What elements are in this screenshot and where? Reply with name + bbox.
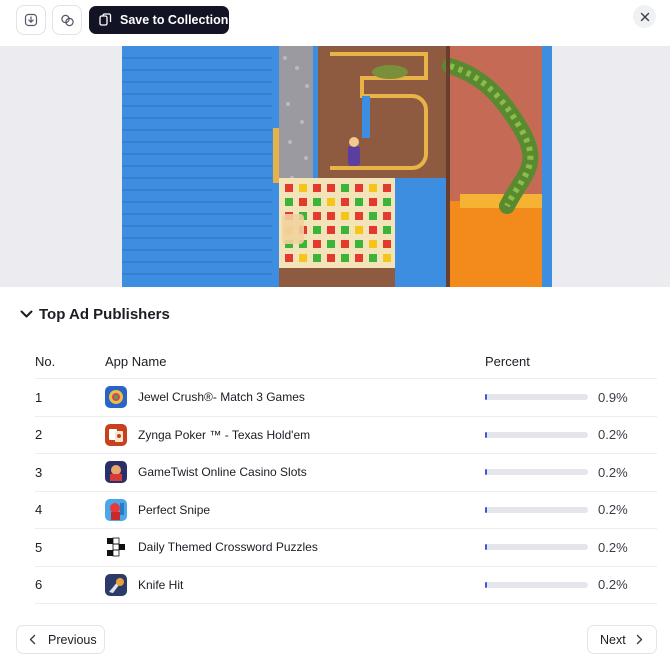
percent-value: 0.2%: [598, 577, 628, 593]
app-name[interactable]: Perfect Snipe: [138, 503, 210, 517]
table-row[interactable]: 5 Daily Themed Crossword Puzzles 0.2%: [35, 529, 657, 567]
row-number: 5: [35, 539, 43, 555]
percent-bar-fill: [485, 469, 488, 476]
gametwist-app-icon: [105, 461, 127, 484]
percent-bar-fill: [485, 506, 488, 513]
next-label: Next: [600, 632, 626, 647]
percent-bar-fill: [485, 544, 488, 551]
row-number: 2: [35, 427, 43, 443]
chevron-down-icon: [20, 310, 33, 317]
download-icon: [24, 13, 38, 27]
jewel-crush-app-icon: [105, 386, 127, 409]
header-percent: Percent: [485, 354, 530, 369]
row-number: 6: [35, 577, 43, 593]
link-icon: [60, 14, 74, 26]
save-button-label: Save to Collection: [120, 13, 229, 27]
chevron-left-icon: [29, 634, 36, 645]
previous-label: Previous: [48, 632, 97, 647]
ad-media-preview[interactable]: [0, 46, 670, 287]
app-name[interactable]: Daily Themed Crossword Puzzles: [138, 540, 318, 554]
row-number: 3: [35, 464, 43, 480]
percent-value: 0.9%: [598, 389, 628, 405]
zynga-poker-app-icon: [105, 423, 127, 446]
perfect-snipe-app-icon: [105, 498, 127, 521]
table-row[interactable]: 3 GameTwist Online Casino Slots 0.2%: [35, 454, 657, 492]
download-button[interactable]: [16, 5, 46, 35]
percent-bar: [485, 544, 588, 551]
top-ad-publishers-toggle[interactable]: Top Ad Publishers: [20, 303, 170, 325]
table-row[interactable]: 2 Zynga Poker ™ - Texas Hold'em 0.2%: [35, 417, 657, 454]
collection-icon: [99, 13, 112, 26]
pagination-footer: Previous Next: [0, 613, 670, 659]
app-name[interactable]: Knife Hit: [138, 578, 183, 592]
close-icon: [640, 12, 649, 21]
table-header: No. App Name Percent: [35, 345, 657, 379]
next-button[interactable]: Next: [587, 625, 657, 654]
app-name[interactable]: GameTwist Online Casino Slots: [138, 465, 307, 479]
percent-value: 0.2%: [598, 464, 628, 480]
game-screenshot: [122, 46, 552, 287]
save-to-collection-button[interactable]: Save to Collection: [89, 6, 229, 34]
link-button[interactable]: [52, 5, 82, 35]
close-button[interactable]: [633, 5, 656, 28]
toolbar: Save to Collection: [0, 0, 670, 46]
header-app-name: App Name: [105, 354, 167, 369]
knife-hit-app-icon: [105, 573, 127, 596]
chevron-right-icon: [636, 634, 642, 645]
section-title: Top Ad Publishers: [39, 305, 170, 323]
percent-bar: [485, 506, 588, 513]
percent-bar: [485, 469, 588, 476]
table-row[interactable]: 6 Knife Hit 0.2%: [35, 567, 657, 604]
percent-bar-fill: [485, 581, 488, 588]
percent-bar: [485, 581, 588, 588]
row-number: 4: [35, 502, 43, 518]
percent-value: 0.2%: [598, 502, 628, 518]
percent-bar-fill: [485, 394, 488, 401]
app-name[interactable]: Zynga Poker ™ - Texas Hold'em: [138, 428, 310, 442]
table-row[interactable]: 1 Jewel Crush®- Match 3 Games 0.9%: [35, 379, 657, 417]
publishers-table: No. App Name Percent 1 Jewel Crush®- Mat…: [35, 345, 657, 604]
percent-bar-fill: [485, 431, 488, 438]
row-number: 1: [35, 389, 43, 405]
percent-value: 0.2%: [598, 427, 628, 443]
header-no: No.: [35, 354, 56, 369]
crossword-app-icon: [105, 536, 127, 559]
previous-button[interactable]: Previous: [16, 625, 105, 654]
percent-bar: [485, 394, 588, 401]
table-row[interactable]: 4 Perfect Snipe 0.2%: [35, 492, 657, 529]
app-name[interactable]: Jewel Crush®- Match 3 Games: [138, 390, 305, 404]
percent-bar: [485, 431, 588, 438]
percent-value: 0.2%: [598, 539, 628, 555]
